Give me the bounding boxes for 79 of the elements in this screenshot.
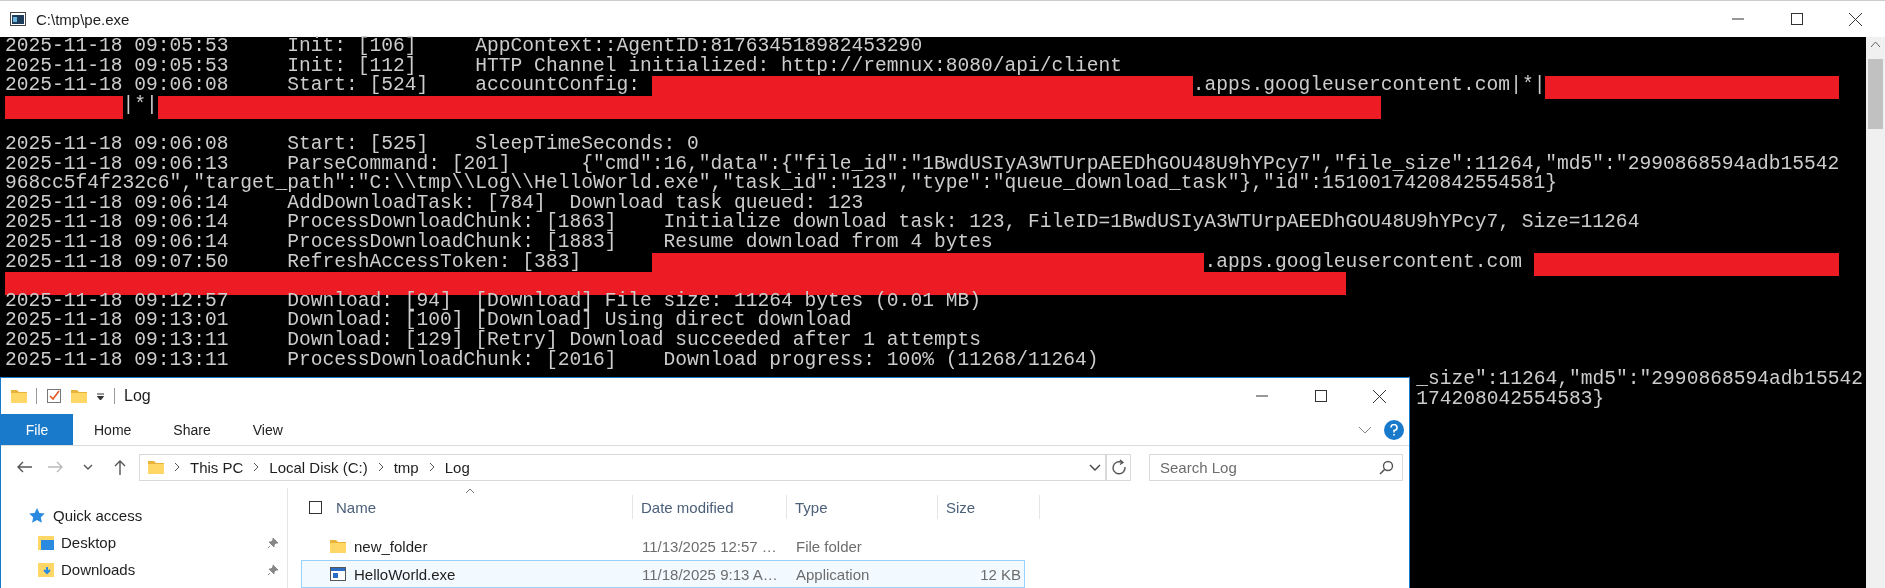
chevron-icon (174, 462, 180, 472)
file-name: HelloWorld.exe (354, 565, 456, 583)
file-name: new_folder (354, 537, 428, 555)
log-text: 2025-11-18 09:07:50 RefreshAccessToken: [383] (5, 252, 582, 273)
scroll-up-icon[interactable] (1870, 41, 1881, 48)
log-text: 2025-11-18 09:06:08 Start: [524] accountConfig: (5, 76, 641, 96)
nav-item[interactable]: Downloads (61, 561, 136, 578)
maximize-icon (1314, 390, 1327, 402)
refresh-button[interactable] (1107, 453, 1131, 481)
window-title: C:\tmp\pe.exe (36, 10, 130, 28)
chevron-down-icon (83, 464, 93, 470)
pin-icon[interactable] (267, 563, 279, 576)
folder-icon (148, 460, 164, 474)
new-folder-icon (71, 389, 87, 403)
maximize-icon (1790, 13, 1803, 25)
breadcrumb[interactable]: This PC (190, 458, 244, 476)
star-icon (28, 506, 46, 525)
console-app-icon (10, 12, 26, 26)
select-all-checkbox[interactable] (309, 500, 322, 514)
ribbon-tab[interactable]: Share (152, 414, 232, 445)
file-type: Application (796, 565, 870, 583)
application-icon (330, 567, 346, 581)
column-header[interactable]: Date modified (641, 498, 734, 516)
log-text: .apps.googleusercontent.com (1204, 252, 1523, 273)
properties-icon[interactable] (46, 388, 62, 404)
file-menu-button[interactable]: File (1, 414, 73, 445)
log-text: 2025-11-18 09:06:14 ProcessDownloadChunk: [1883] Resume download from 4 bytes (5, 232, 993, 253)
sort-caret-icon (465, 488, 475, 494)
nav-item[interactable]: Quick access (53, 507, 143, 524)
log-text: 968cc5f4f232c6","target_path":"C:\\tmp\\Log\\HelloWorld.exe","task_id":"123","type":"queue_download_task"},"id":1510017420842554581} (5, 174, 1558, 194)
chevron-down-icon (1088, 463, 1101, 471)
pin-icon[interactable] (267, 536, 279, 549)
breadcrumb[interactable]: tmp (393, 458, 419, 476)
up-arrow-icon (114, 459, 126, 475)
desktop-icon (38, 534, 54, 551)
window-title: Log (124, 387, 151, 405)
log-text: _size":11264,"md5":"2990868594adb15542 (1416, 370, 1863, 390)
chevron-icon (428, 462, 435, 472)
log-text: 2025-11-18 09:13:11 ProcessDownloadChunk: [2016] Download progress: 100% (11268/11264) (5, 350, 1099, 371)
chevron-icon (253, 462, 260, 472)
forward-arrow-icon (48, 461, 64, 473)
search-field[interactable]: Search Log (1149, 453, 1403, 481)
back-arrow-icon (16, 461, 32, 473)
download-folder-icon (38, 561, 54, 578)
log-text: 2025-11-18 09:05:53 Init: [106] AppContext::AgentID:817634518982453290 (5, 37, 923, 57)
close-icon (1849, 12, 1862, 26)
date-modified: 11/18/2025 9:13 A… (642, 565, 778, 583)
folder-icon (11, 389, 27, 403)
refresh-icon (1110, 459, 1127, 475)
column-header[interactable]: Size (946, 498, 976, 516)
help-button[interactable] (1384, 419, 1404, 440)
ribbon-tab[interactable]: View (231, 414, 304, 445)
chevron-icon (377, 462, 384, 472)
nav-item[interactable]: Desktop (61, 534, 117, 551)
log-text: |*| (122, 95, 158, 116)
question-mark-icon (1390, 423, 1398, 436)
search-icon (1379, 459, 1394, 475)
scrollbar-thumb[interactable] (1868, 59, 1883, 129)
log-text: 2025-11-18 09:13:11 Download: [129] [Retry] Download succeeded after 1 attempts (5, 330, 981, 351)
ribbon-tab[interactable]: Home (73, 414, 153, 445)
expand-ribbon-icon[interactable] (1358, 425, 1372, 434)
file-row[interactable]: new_folder 11/13/2025 12:57 … File folder (301, 532, 1025, 560)
file-size: 12 KB (980, 565, 1021, 583)
file-type: File folder (796, 537, 862, 555)
address-bar[interactable]: This PC Local Disk (C:) tmp Log (139, 453, 1107, 481)
log-text: 2025-11-18 09:06:08 Start: [525] SleepTimeSeconds: 0 (5, 134, 699, 155)
dropdown-icon[interactable] (96, 391, 105, 401)
log-text: 2025-11-18 09:13:01 Download: [100] [Download] Using direct download (5, 311, 852, 331)
breadcrumb[interactable]: Log (444, 458, 470, 476)
log-text: 174208042554583} (1416, 389, 1605, 410)
column-header[interactable]: Type (795, 498, 828, 516)
log-text: .apps.googleusercontent.com|*| (1192, 76, 1546, 96)
close-icon (1373, 389, 1386, 403)
folder-icon (330, 539, 346, 553)
date-modified: 11/13/2025 12:57 … (642, 537, 777, 555)
log-text: 2025-11-18 09:06:14 ProcessDownloadChunk: [1863] Initialize download task: 123, FileID=1BwdUSIyA3WTUrpAEEDhGOU48U9hYPcy7, Size=11264 (5, 213, 1640, 233)
breadcrumb[interactable]: Local Disk (C:) (269, 458, 368, 476)
file-row[interactable]: HelloWorld.exe 11/18/2025 9:13 A… Application 12 KB (301, 560, 1025, 588)
column-header[interactable]: Name (336, 498, 376, 516)
